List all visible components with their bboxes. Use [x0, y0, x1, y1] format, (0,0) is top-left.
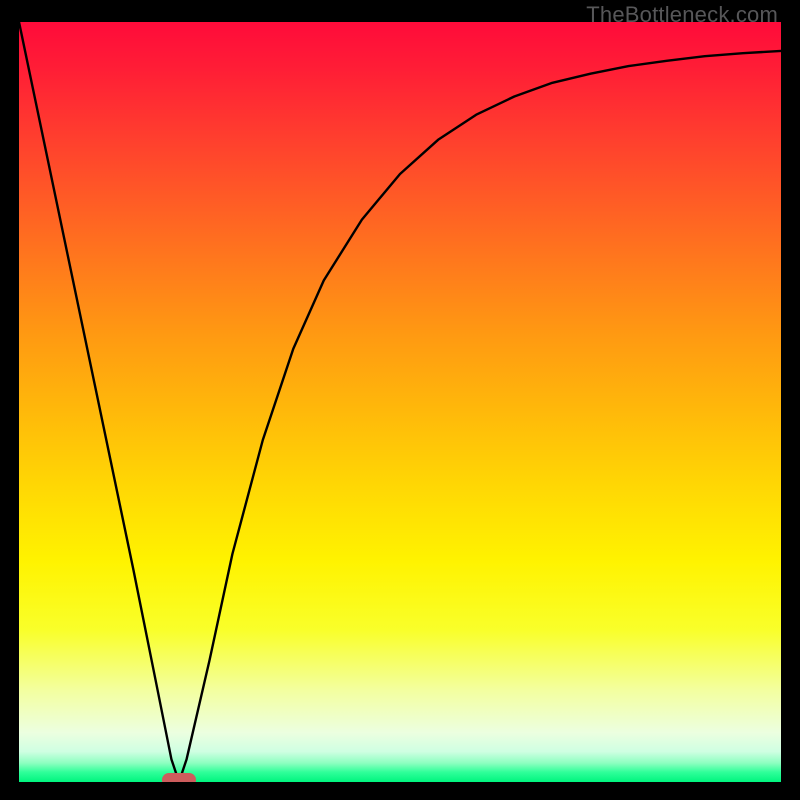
- optimal-marker: [162, 773, 196, 782]
- plot-area: [19, 22, 781, 782]
- chart-frame: TheBottleneck.com: [0, 0, 800, 800]
- bottleneck-curve: [19, 22, 781, 782]
- watermark-text: TheBottleneck.com: [586, 2, 778, 28]
